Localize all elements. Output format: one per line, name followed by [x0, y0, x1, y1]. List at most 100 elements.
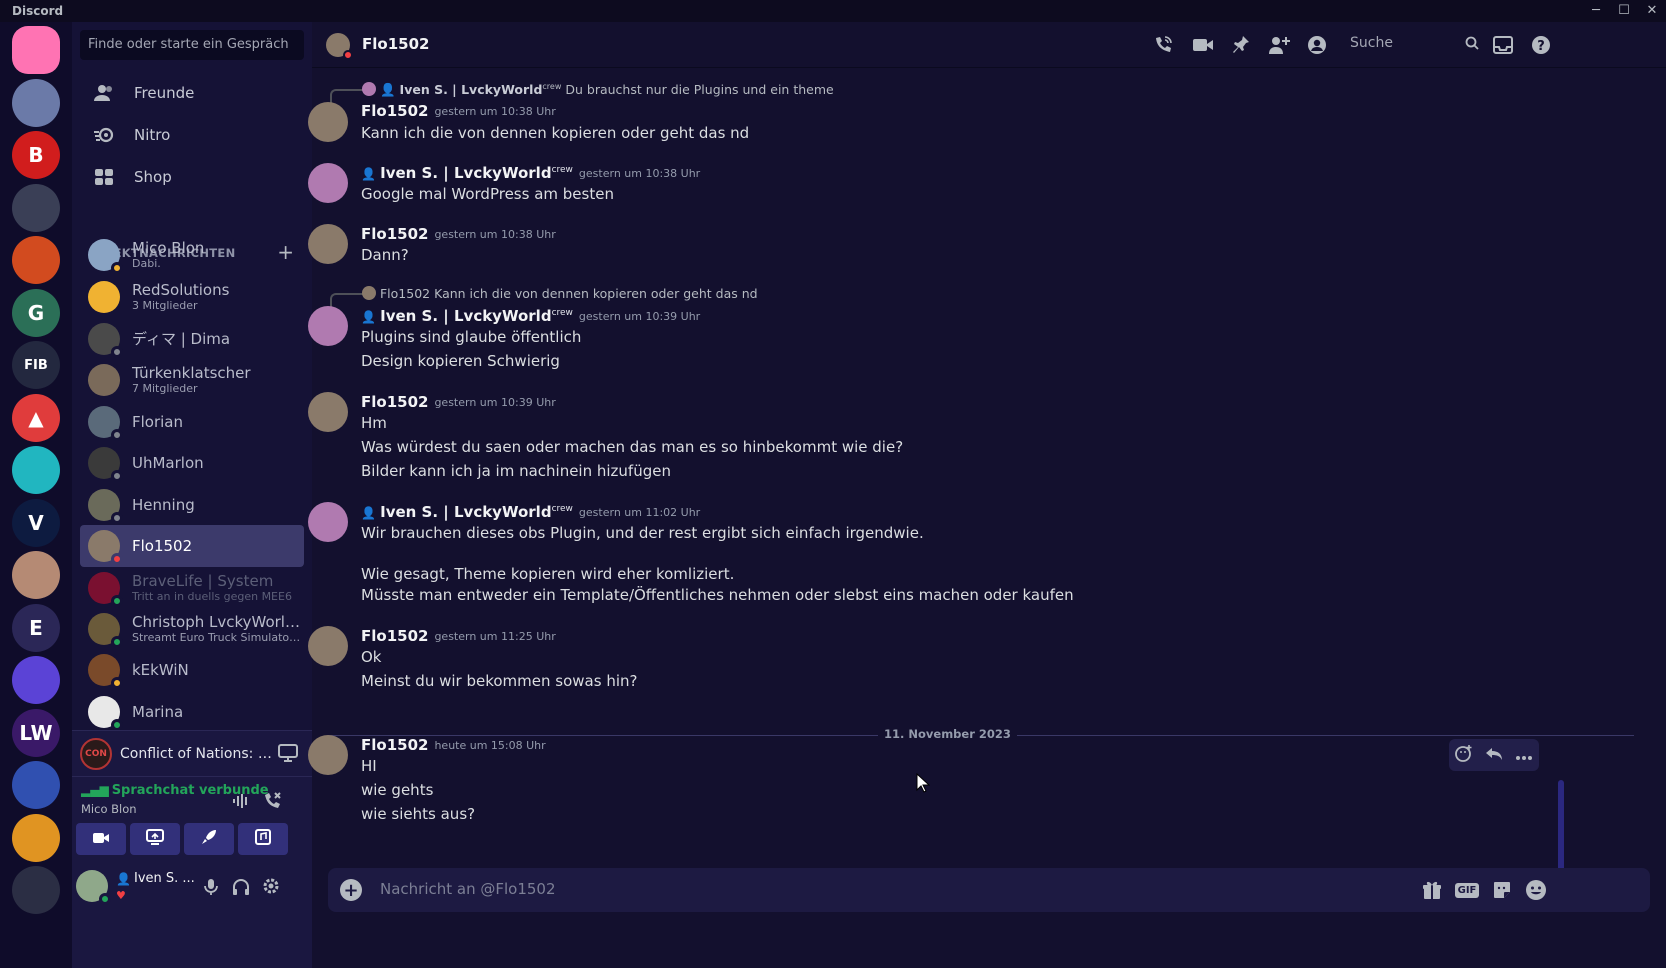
message-text: Bilder kann ich ja im nachinein hizufüge…	[361, 462, 671, 480]
server-icon[interactable]	[12, 26, 60, 74]
conversation-search-input[interactable]: Finde oder starte ein Gespräch	[80, 30, 304, 60]
close-window-button[interactable]: ✕	[1638, 0, 1666, 22]
nav-friends[interactable]: Freunde	[80, 72, 304, 114]
message-avatar[interactable]	[308, 102, 348, 142]
activity-screen-icon[interactable]	[278, 744, 298, 766]
dm-item[interactable]: BraveLife | System Tritt an in duells geg…	[80, 567, 304, 609]
chat-search-input[interactable]: Suche	[1342, 30, 1487, 58]
server-icon[interactable]: E	[12, 603, 60, 652]
message-author[interactable]: Flo1502 heute um 15:08 Uhr	[361, 736, 546, 754]
voice-call-icon[interactable]	[1152, 34, 1174, 56]
dm-name: Henning	[132, 496, 195, 514]
reply-preview[interactable]: 👤 Iven S. | LvckyWorldcrew Du brauchst n…	[362, 82, 834, 98]
upload-plus-icon[interactable]: +	[340, 879, 362, 901]
activity-panel[interactable]: CON Conflict of Nations: Wo...	[72, 730, 312, 776]
server-icon[interactable]: V	[12, 498, 60, 547]
dm-item[interactable]: ディマ | Dima	[80, 318, 304, 360]
chat-title[interactable]: Flo1502	[362, 35, 429, 53]
status-dot	[111, 595, 123, 607]
message-avatar[interactable]	[308, 306, 348, 346]
message-avatar[interactable]	[308, 163, 348, 203]
server-icon[interactable]	[12, 78, 60, 127]
message-avatar[interactable]	[308, 626, 348, 666]
dm-item[interactable]: Mico Blon Dabi.	[80, 234, 304, 276]
server-icon[interactable]	[12, 551, 60, 599]
user-status-dot	[99, 893, 111, 905]
dm-item[interactable]: Florian	[80, 401, 304, 443]
dm-item[interactable]: Christoph LvckyWorld... Streamt Euro Truc…	[80, 608, 304, 650]
dm-item[interactable]: Marina	[80, 691, 304, 733]
video-button[interactable]	[76, 823, 126, 855]
server-icon[interactable]	[12, 656, 60, 704]
noise-suppression-icon[interactable]	[232, 793, 250, 813]
message-hover-toolbar	[1449, 739, 1539, 771]
dnd-status-dot	[343, 50, 353, 60]
minimize-button[interactable]: ─	[1582, 0, 1610, 22]
activities-button[interactable]	[184, 823, 234, 855]
server-icon[interactable]: ▲	[12, 393, 60, 442]
rocket-icon	[201, 829, 217, 849]
message-author[interactable]: Flo1502 gestern um 10:38 Uhr	[361, 225, 556, 243]
microphone-icon[interactable]	[204, 878, 218, 900]
gif-picker-icon[interactable]: GIF	[1454, 878, 1480, 902]
settings-gear-icon[interactable]	[262, 877, 280, 899]
message-input[interactable]: Nachricht an @Flo1502	[380, 880, 556, 898]
add-reaction-icon[interactable]	[1455, 744, 1473, 766]
screen-share-button[interactable]	[130, 823, 180, 855]
message-author[interactable]: Flo1502 gestern um 10:39 Uhr	[361, 393, 556, 411]
emoji-icon[interactable]	[1524, 878, 1548, 902]
server-icon[interactable]	[12, 866, 60, 914]
reply-preview[interactable]: Flo1502 Kann ich die von dennen kopieren…	[362, 286, 758, 301]
server-icon[interactable]: G	[12, 288, 60, 337]
nav-nitro[interactable]: Nitro	[80, 114, 304, 156]
server-icon[interactable]: B	[12, 131, 60, 179]
maximize-button[interactable]: ☐	[1610, 0, 1638, 22]
message-author[interactable]: 👤 Iven S. | LvckyWorldcrew gestern um 11:…	[361, 503, 700, 521]
dm-name: Florian	[132, 413, 184, 431]
help-icon[interactable]: ?	[1530, 34, 1552, 56]
message-avatar[interactable]	[308, 502, 348, 542]
dm-item[interactable]: RedSolutions 3 Mitglieder	[80, 276, 304, 318]
message-author[interactable]: Flo1502 gestern um 11:25 Uhr	[361, 627, 556, 645]
message-avatar[interactable]	[308, 224, 348, 264]
user-profile-icon[interactable]	[1306, 34, 1328, 56]
inbox-icon[interactable]	[1492, 34, 1514, 56]
pin-icon[interactable]	[1230, 34, 1252, 56]
server-icon[interactable]	[12, 813, 60, 862]
add-friend-icon[interactable]	[1268, 34, 1290, 56]
server-icon[interactable]: LW	[12, 708, 60, 757]
server-icon[interactable]	[12, 446, 60, 494]
nav-nitro-label: Nitro	[134, 126, 171, 144]
disconnect-icon[interactable]	[262, 791, 282, 815]
server-icon[interactable]	[12, 236, 60, 284]
message-avatar[interactable]	[308, 392, 348, 432]
message-author[interactable]: 👤 Iven S. | LvckyWorldcrew gestern um 10:…	[361, 307, 700, 325]
message-author[interactable]: Flo1502 gestern um 10:38 Uhr	[361, 102, 556, 120]
server-icon[interactable]: FIB	[12, 341, 60, 389]
video-icon	[92, 830, 110, 849]
message-text: Meinst du wir bekommen sowas hin?	[361, 672, 638, 690]
server-icon[interactable]	[12, 183, 60, 232]
user-avatar[interactable]	[76, 870, 111, 905]
video-call-icon[interactable]	[1192, 34, 1214, 56]
dm-item[interactable]: UhMarlon	[80, 442, 304, 484]
message-author[interactable]: 👤 Iven S. | LvckyWorldcrew gestern um 10:…	[361, 164, 700, 182]
server-icon[interactable]	[12, 761, 60, 809]
dm-avatar	[88, 323, 123, 358]
soundboard-button[interactable]	[238, 823, 288, 855]
dm-subtext: Dabi.	[132, 257, 161, 270]
gift-icon[interactable]	[1420, 878, 1444, 902]
reply-icon[interactable]	[1485, 746, 1503, 765]
more-options-icon[interactable]	[1515, 746, 1533, 765]
dm-item[interactable]: Flo1502	[80, 525, 304, 567]
dm-item[interactable]: Henning	[80, 484, 304, 526]
dm-item[interactable]: kEkWiN	[80, 649, 304, 691]
message-avatar[interactable]	[308, 735, 348, 775]
nav-shop[interactable]: Shop	[80, 156, 304, 198]
message-text: Google mal WordPress am besten	[361, 185, 614, 203]
sticker-icon[interactable]	[1490, 878, 1514, 902]
dm-item[interactable]: Türkenklatscher 7 Mitglieder	[80, 359, 304, 401]
headphones-icon[interactable]	[232, 878, 250, 900]
reply-connector	[330, 293, 366, 307]
screen-share-icon	[146, 829, 164, 849]
